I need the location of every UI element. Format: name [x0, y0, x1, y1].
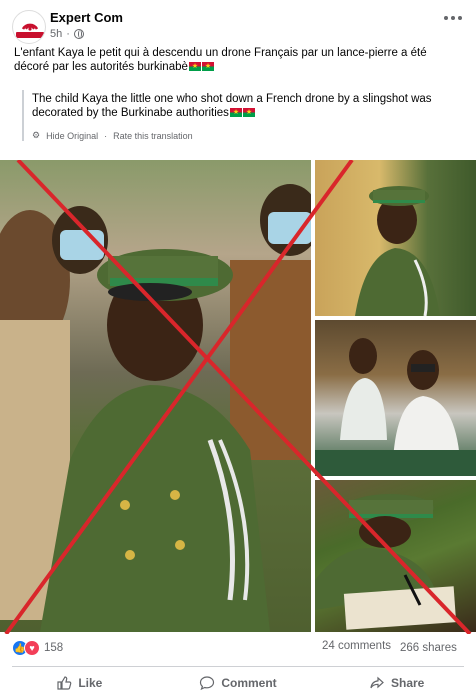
reactions-row: 👍 ♥ 158 24 comments 266 shares: [12, 640, 464, 660]
like-label: Like: [78, 676, 103, 690]
link-separator: ·: [104, 130, 108, 141]
action-bar: Like Comment Share: [0, 670, 476, 696]
page-name[interactable]: Expert Com: [50, 10, 123, 25]
post-header: Expert Com 5h ·: [0, 0, 476, 44]
post-text: L'enfant Kaya le petit qui à descendu un…: [14, 46, 464, 74]
globe-icon: [73, 29, 84, 39]
logo-icon: [21, 23, 39, 31]
meta-separator: ·: [66, 28, 70, 40]
photo-thumbnail-2[interactable]: [315, 320, 476, 476]
post-time[interactable]: 5h: [50, 28, 62, 40]
comment-icon: [200, 676, 215, 691]
reaction-summary[interactable]: 👍 ♥ 158: [12, 640, 63, 656]
divider: [12, 666, 464, 667]
shares-count[interactable]: 266 shares: [400, 640, 460, 657]
flag-icon: [188, 60, 201, 74]
flag-icon: [229, 106, 242, 120]
share-button[interactable]: Share: [317, 670, 476, 696]
like-button[interactable]: Like: [0, 670, 159, 696]
logo-wordmark: [16, 32, 44, 38]
reaction-count: 158: [44, 642, 64, 654]
translation-block: The child Kaya the little one who shot d…: [22, 90, 472, 141]
translation-links: ⚙ Hide Original · Rate this translation: [32, 130, 472, 141]
like-icon: [57, 676, 72, 690]
share-icon: [370, 676, 384, 689]
main-photo-scene: [0, 184, 311, 632]
comment-button[interactable]: Comment: [159, 670, 318, 696]
flag-icon: [242, 106, 255, 120]
translation-text: The child Kaya the little one who shot d…: [32, 90, 472, 120]
comments-count[interactable]: 24 comments: [322, 640, 391, 652]
hide-original-link[interactable]: Hide Original: [46, 131, 98, 141]
love-icon: ♥: [24, 640, 40, 656]
rate-translation-link[interactable]: Rate this translation: [113, 131, 193, 141]
post-text-content: L'enfant Kaya le petit qui à descendu un…: [14, 47, 427, 73]
gear-icon: ⚙: [32, 130, 41, 140]
photo-2-scene: [315, 338, 476, 476]
page-avatar[interactable]: [12, 10, 46, 44]
share-label: Share: [391, 676, 425, 690]
main-photo[interactable]: [0, 160, 311, 632]
photo-3-scene: [315, 494, 457, 630]
post-meta: 5h ·: [50, 28, 84, 40]
photo-thumbnail-1[interactable]: [315, 160, 476, 316]
flag-icon: [201, 60, 214, 74]
photo-1-scene: [355, 186, 440, 316]
more-icon[interactable]: [444, 14, 464, 22]
photo-grid: [0, 160, 476, 634]
photo-thumbnail-3[interactable]: [315, 480, 476, 632]
comment-label: Comment: [221, 676, 277, 690]
